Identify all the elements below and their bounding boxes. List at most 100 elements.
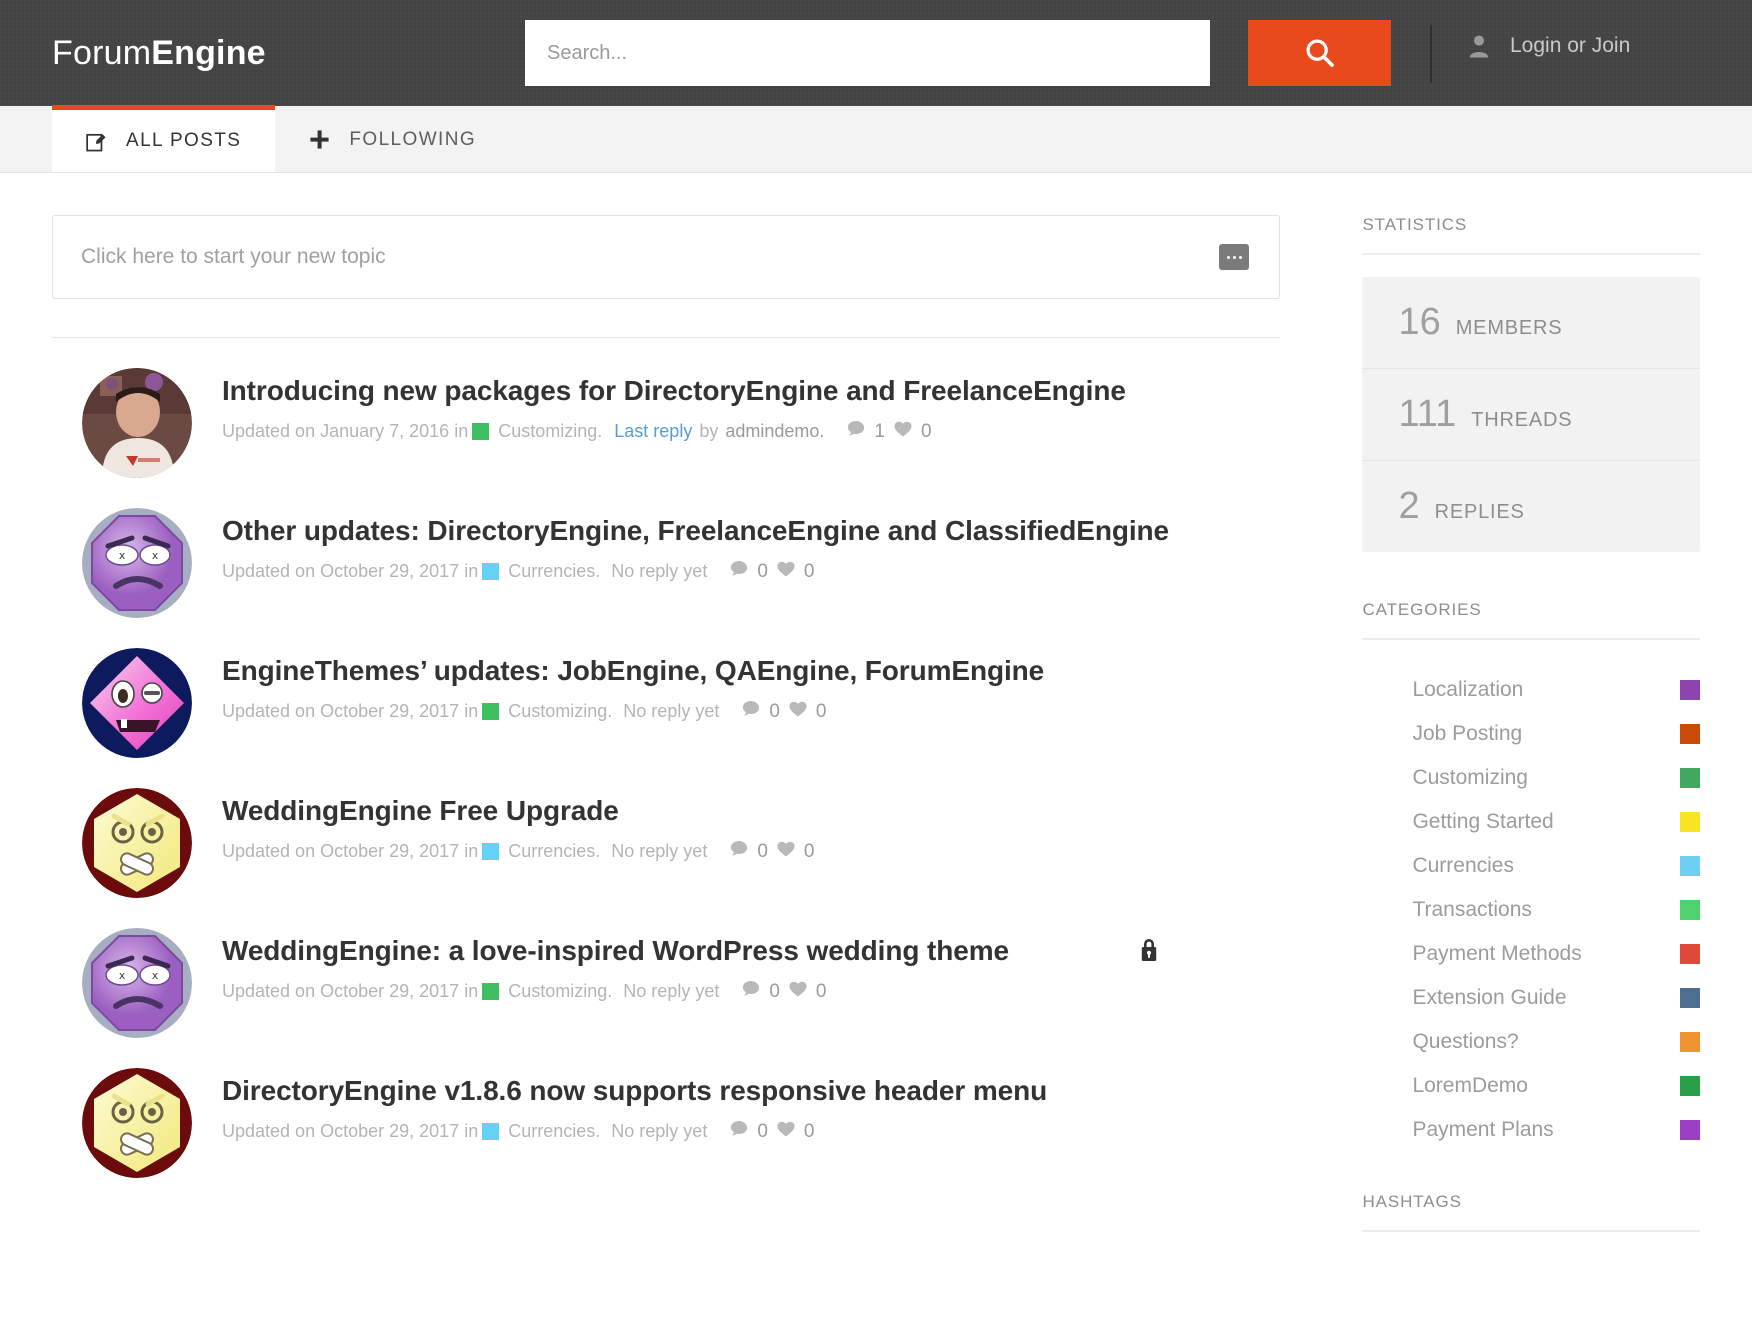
login-or-join-button[interactable]: Login or Join [1468,34,1630,58]
post-counts: 0 0 [741,979,827,1004]
category-item[interactable]: LoremDemo [1362,1064,1700,1108]
post-item[interactable]: WeddingEngine Free Upgrade Updated on Oc… [52,758,1280,898]
category-color-swatch [1680,1120,1700,1140]
post-title[interactable]: WeddingEngine Free Upgrade [222,794,1262,828]
avatar[interactable] [82,368,192,478]
tab-all-posts[interactable]: ALL POSTS [52,105,276,172]
hashtags-block: HASHTAGS [1362,1192,1700,1232]
category-item[interactable]: Extension Guide [1362,976,1700,1020]
heart-icon [893,419,913,444]
last-reply-link[interactable]: Last reply [614,421,692,442]
category-color-swatch [1680,680,1700,700]
post-title[interactable]: DirectoryEngine v1.8.6 now supports resp… [222,1074,1262,1108]
updated-prefix: Updated on [222,841,316,862]
categories-rule [1362,638,1700,640]
new-topic-box[interactable]: Click here to start your new topic [52,215,1280,299]
post-item[interactable]: DirectoryEngine v1.8.6 now supports resp… [52,1038,1280,1178]
post-item[interactable]: x x Other updates: DirectoryEngine, Free… [52,478,1280,618]
comment-count[interactable]: 0 [741,699,780,724]
category-color-swatch [482,1123,500,1141]
category-name: Extension Guide [1412,986,1567,1009]
post-category[interactable]: Customizing. [508,701,612,722]
post-category[interactable]: Currencies. [508,1121,600,1142]
post-category[interactable]: Currencies. [508,841,600,862]
reply-status: No reply yet [611,1121,708,1142]
like-count[interactable]: 0 [776,1119,814,1144]
post-body: Other updates: DirectoryEngine, Freelanc… [222,508,1280,584]
statistics-heading: STATISTICS [1362,215,1468,234]
like-count[interactable]: 0 [788,979,827,1004]
category-color-swatch [1680,856,1700,876]
comment-count[interactable]: 0 [729,1119,768,1144]
page-body: Click here to start your new topic Intro… [0,173,1752,1254]
comment-count[interactable]: 0 [729,839,768,864]
reply-status: No reply yet [611,841,708,862]
category-color-swatch [1680,988,1700,1008]
post-category[interactable]: Currencies. [508,561,600,582]
avatar[interactable]: x x [82,508,192,618]
comment-count[interactable]: 1 [846,419,885,444]
search-button[interactable] [1248,20,1391,86]
post-item[interactable]: Introducing new packages for DirectoryEn… [52,338,1280,478]
category-color-swatch [472,423,490,441]
comment-count[interactable]: 0 [741,979,780,1004]
statistic-row: 2 REPLIES [1362,461,1700,552]
svg-text:x: x [152,549,159,562]
category-item[interactable]: Job Posting [1362,712,1700,756]
like-count[interactable]: 0 [776,839,814,864]
category-item[interactable]: Getting Started [1362,800,1700,844]
like-count-value: 0 [815,980,827,1002]
post-title[interactable]: Other updates: DirectoryEngine, Freelanc… [222,514,1262,548]
post-meta: Updated on October 29, 2017 in Currencie… [222,839,1280,864]
like-count-value: 0 [803,560,815,582]
post-item[interactable]: x x WeddingEngine: a love-inspired WordP… [52,898,1280,1038]
post-date: January 7, 2016 [320,421,450,442]
search-input[interactable] [525,20,1210,86]
ellipsis-icon[interactable] [1219,244,1249,270]
comment-icon [846,419,866,444]
category-item[interactable]: Transactions [1362,888,1700,932]
category-item[interactable]: Payment Plans [1362,1108,1700,1152]
category-name: Getting Started [1412,810,1554,833]
category-item[interactable]: Questions? [1362,1020,1700,1064]
avatar[interactable]: x x [82,928,192,1038]
tab-following[interactable]: FOLLOWING [275,106,510,173]
like-count[interactable]: 0 [788,699,827,724]
post-counts: 1 0 [846,419,932,444]
category-item[interactable]: Customizing [1362,756,1700,800]
post-title[interactable]: EngineThemes’ updates: JobEngine, QAEngi… [222,654,1262,688]
post-date: October 29, 2017 [320,701,460,722]
comment-icon [741,699,761,724]
avatar[interactable] [82,788,192,898]
category-name: Currencies [1412,854,1514,877]
category-color-swatch [1680,1032,1700,1052]
site-logo[interactable]: ForumEngine [52,34,266,73]
post-title[interactable]: Introducing new packages for DirectoryEn… [222,374,1262,408]
category-item[interactable]: Payment Methods [1362,932,1700,976]
svg-text:x: x [152,969,159,982]
category-name: LoremDemo [1412,1074,1528,1097]
post-body: WeddingEngine: a love-inspired WordPress… [222,928,1280,1004]
post-category[interactable]: Customizing. [508,981,612,1002]
category-name: Job Posting [1412,722,1523,745]
post-title[interactable]: WeddingEngine: a love-inspired WordPress… [222,934,1262,968]
statistics-box: 16 MEMBERS 111 THREADS 2 REPLIES [1362,277,1700,552]
post-author[interactable]: admindemo. [725,421,824,442]
comment-count[interactable]: 0 [729,559,768,584]
post-item[interactable]: EngineThemes’ updates: JobEngine, QAEngi… [52,618,1280,758]
avatar[interactable] [82,1068,192,1178]
by-word: by [699,421,719,442]
tab-all-posts-label: ALL POSTS [126,130,242,151]
category-item[interactable]: Currencies [1362,844,1700,888]
category-item[interactable]: Localization [1362,668,1700,712]
post-category[interactable]: Customizing. [498,421,602,442]
post-body: DirectoryEngine v1.8.6 now supports resp… [222,1068,1280,1144]
like-count[interactable]: 0 [893,419,932,444]
category-color-swatch [482,703,500,721]
avatar[interactable] [82,648,192,758]
category-name: Localization [1412,678,1524,701]
category-color-swatch [1680,944,1700,964]
post-meta: Updated on October 29, 2017 in Customizi… [222,699,1280,724]
like-count[interactable]: 0 [776,559,815,584]
post-list: Introducing new packages for DirectoryEn… [52,338,1280,1178]
